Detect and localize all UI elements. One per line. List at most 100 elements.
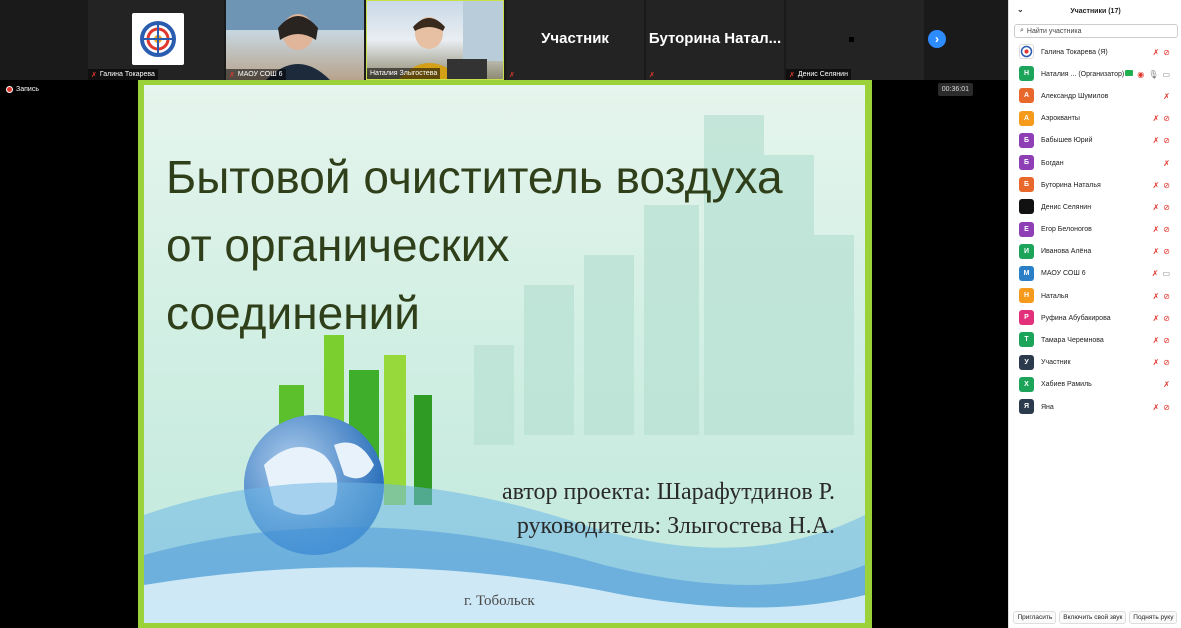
mic-muted-icon: ✗ [1152, 247, 1160, 257]
participant-row[interactable]: Я Яна ✗ ⊘ [1009, 396, 1181, 418]
mic-muted-icon: ✗ [1152, 202, 1160, 212]
participant-avatar: Н [1019, 66, 1034, 82]
participant-row[interactable]: Галина Токарева (Я) ✗ ⊘ [1009, 41, 1181, 63]
video-tile-galina[interactable]: ✗ Галина Токарева [88, 0, 224, 80]
participant-row[interactable]: Н Наталия ... (Организатор) ◉ 🎙 ▭ [1009, 63, 1181, 85]
participant-status-icons: ✗ ⊘ [1153, 358, 1170, 367]
participant-avatar: Я [1019, 399, 1034, 414]
slide-canvas: Бытовой очиститель воздуха от органическ… [144, 85, 865, 623]
mic-muted-icon: ✗ [1152, 47, 1160, 57]
camera-on-icon: ▭ [1162, 269, 1170, 279]
participant-name: Галина Токарева (Я) [1041, 48, 1108, 56]
participant-row[interactable]: Х Хабиев Рамиль ✗ [1009, 374, 1181, 396]
tile-big-name: Участник [541, 30, 609, 47]
participant-avatar: Т [1019, 332, 1034, 348]
participant-name: Егор Белоногов [1041, 226, 1092, 234]
participant-avatar: Б [1019, 154, 1034, 170]
participant-row[interactable]: Б Буторина Наталья ✗ ⊘ [1009, 174, 1181, 196]
participant-row[interactable]: Б Бабышев Юрий ✗ ⊘ [1009, 130, 1181, 152]
camera-off-icon: ⊘ [1163, 313, 1170, 323]
participant-name: Руфина Абубакирова [1041, 314, 1111, 322]
participant-row[interactable]: А Аэрокванты ✗ ⊘ [1009, 108, 1181, 130]
camera-off-icon: ⊘ [1163, 202, 1170, 212]
slide-city: г. Тобольск [464, 593, 535, 609]
participant-row[interactable]: Т Тамара Черемнова ✗ ⊘ [1009, 329, 1181, 351]
tile-name: Галина Токарева [99, 71, 155, 78]
participant-row[interactable]: Е Егор Белоногов ✗ ⊘ [1009, 219, 1181, 241]
participant-row[interactable]: У Участник ✗ ⊘ [1009, 352, 1181, 374]
participant-avatar: Р [1019, 310, 1034, 326]
mic-muted-icon: ✗ [1152, 402, 1160, 412]
mic-muted-icon: ✗ [1152, 336, 1160, 346]
mic-muted-icon: ✗ [1152, 358, 1160, 368]
participant-row[interactable]: А Александр Шумилов ✗ [1009, 85, 1181, 107]
participant-row[interactable]: И Иванова Алёна ✗ ⊘ [1009, 241, 1181, 263]
participant-name: Участник [1041, 359, 1071, 367]
meeting-timer: 00:36:01 [937, 83, 973, 96]
participant-status-icons: ◉ 🎙 ▭ [1123, 69, 1170, 79]
participant-status-icons: ✗ ⊘ [1153, 336, 1170, 345]
mic-muted-icon: ✗ [649, 71, 655, 79]
participant-name: Наталья [1041, 292, 1069, 300]
mic-muted-icon: ✗ [789, 71, 795, 79]
mic-muted-icon: ✗ [1163, 380, 1170, 390]
participant-status-icons: ✗ ⊘ [1153, 203, 1170, 212]
mic-muted-icon: ✗ [1163, 91, 1170, 101]
tile-name-bar: ✗ Денис Селянин [786, 69, 851, 80]
participant-name: Тамара Черемнова [1041, 337, 1104, 345]
video-tile-maou[interactable]: ✗ МАОУ СОШ 6 [226, 0, 364, 80]
participant-status-icons: ✗ ⊘ [1153, 247, 1170, 256]
next-page-button[interactable]: › [928, 30, 946, 48]
camera-off-icon: ⊘ [1163, 114, 1170, 124]
participant-status-icons: ✗ ⊘ [1153, 114, 1170, 123]
participant-avatar: И [1019, 243, 1034, 259]
slide-title-line: от органических [166, 219, 510, 271]
camera-on-icon: ▭ [1162, 69, 1170, 79]
mic-on-icon: 🎙 [1148, 69, 1159, 79]
mic-muted-icon: ✗ [91, 71, 97, 79]
participant-name: Бабышев Юрий [1041, 137, 1093, 145]
raise-hand-button[interactable]: Поднять руку [1129, 610, 1178, 624]
camera-off-icon: ⊘ [1163, 336, 1170, 346]
mic-muted-icon: ✗ [229, 71, 235, 79]
participant-avatar: Б [1019, 132, 1034, 148]
participant-row[interactable]: Б Богдан ✗ [1009, 152, 1181, 174]
record-icon: ◉ [1137, 69, 1145, 79]
invite-button[interactable]: Пригласить [1013, 610, 1057, 624]
mic-muted-icon: ✗ [1152, 136, 1160, 146]
participant-name: Буторина Наталья [1041, 181, 1101, 189]
tile-name-bar: ✗ [646, 69, 658, 80]
participant-avatar: А [1019, 88, 1034, 104]
chevron-down-icon[interactable]: ⌄ [1017, 5, 1024, 14]
unmute-me-button[interactable]: Включить свой звук [1059, 610, 1127, 624]
camera-off-icon: ⊘ [1163, 225, 1170, 235]
participant-status-icons: ✗ ▭ [1152, 269, 1170, 278]
recording-indicator[interactable]: Запись [6, 86, 39, 93]
tile-name-bar: Наталия Злыгостева [367, 68, 441, 79]
participant-row[interactable]: Н Наталья ✗ ⊘ [1009, 285, 1181, 307]
video-tile-natalia[interactable]: Наталия Злыгостева [366, 0, 504, 80]
mic-muted-icon: ✗ [1163, 158, 1170, 168]
supervisor-line: руководитель: Злыгостева Н.А. [516, 513, 835, 539]
participant-status-icons: ✗ [1163, 92, 1170, 101]
participant-status-icons: ✗ ⊘ [1153, 48, 1170, 57]
video-off-dot [849, 37, 854, 42]
video-tile-uchastnik[interactable]: ✗ Участник [506, 0, 644, 80]
participant-avatar: Б [1019, 177, 1034, 193]
camera-off-icon: ⊘ [1163, 136, 1170, 146]
participant-search-input[interactable]: ⌕ Найти участника [1014, 24, 1178, 38]
video-tile-butorina[interactable]: ✗ Буторина Натал... [646, 0, 784, 80]
participant-name: Денис Селянин [1041, 203, 1092, 211]
participant-row[interactable]: Р Руфина Абубакирова ✗ ⊘ [1009, 307, 1181, 329]
participant-row[interactable]: М МАОУ СОШ 6 ✗ ▭ [1009, 263, 1181, 285]
camera-off-icon: ⊘ [1163, 291, 1170, 301]
participant-name: МАОУ СОШ 6 [1041, 270, 1086, 278]
zoom-meeting-window: ✗ Галина Токарева ✗ МАОУ СОШ 6 Наталия З… [0, 0, 1181, 628]
participants-list: Галина Токарева (Я) ✗ ⊘ Н Наталия ... (Орган… [1009, 41, 1181, 418]
participant-status-icons: ✗ [1163, 380, 1170, 389]
participant-avatar: М [1019, 265, 1034, 281]
tile-big-name: Буторина Натал... [648, 30, 782, 47]
participant-row[interactable]: Денис Селянин ✗ ⊘ [1009, 196, 1181, 218]
mic-muted-icon: ✗ [509, 71, 515, 79]
video-tile-denis[interactable]: ✗ Денис Селянин [786, 0, 924, 80]
